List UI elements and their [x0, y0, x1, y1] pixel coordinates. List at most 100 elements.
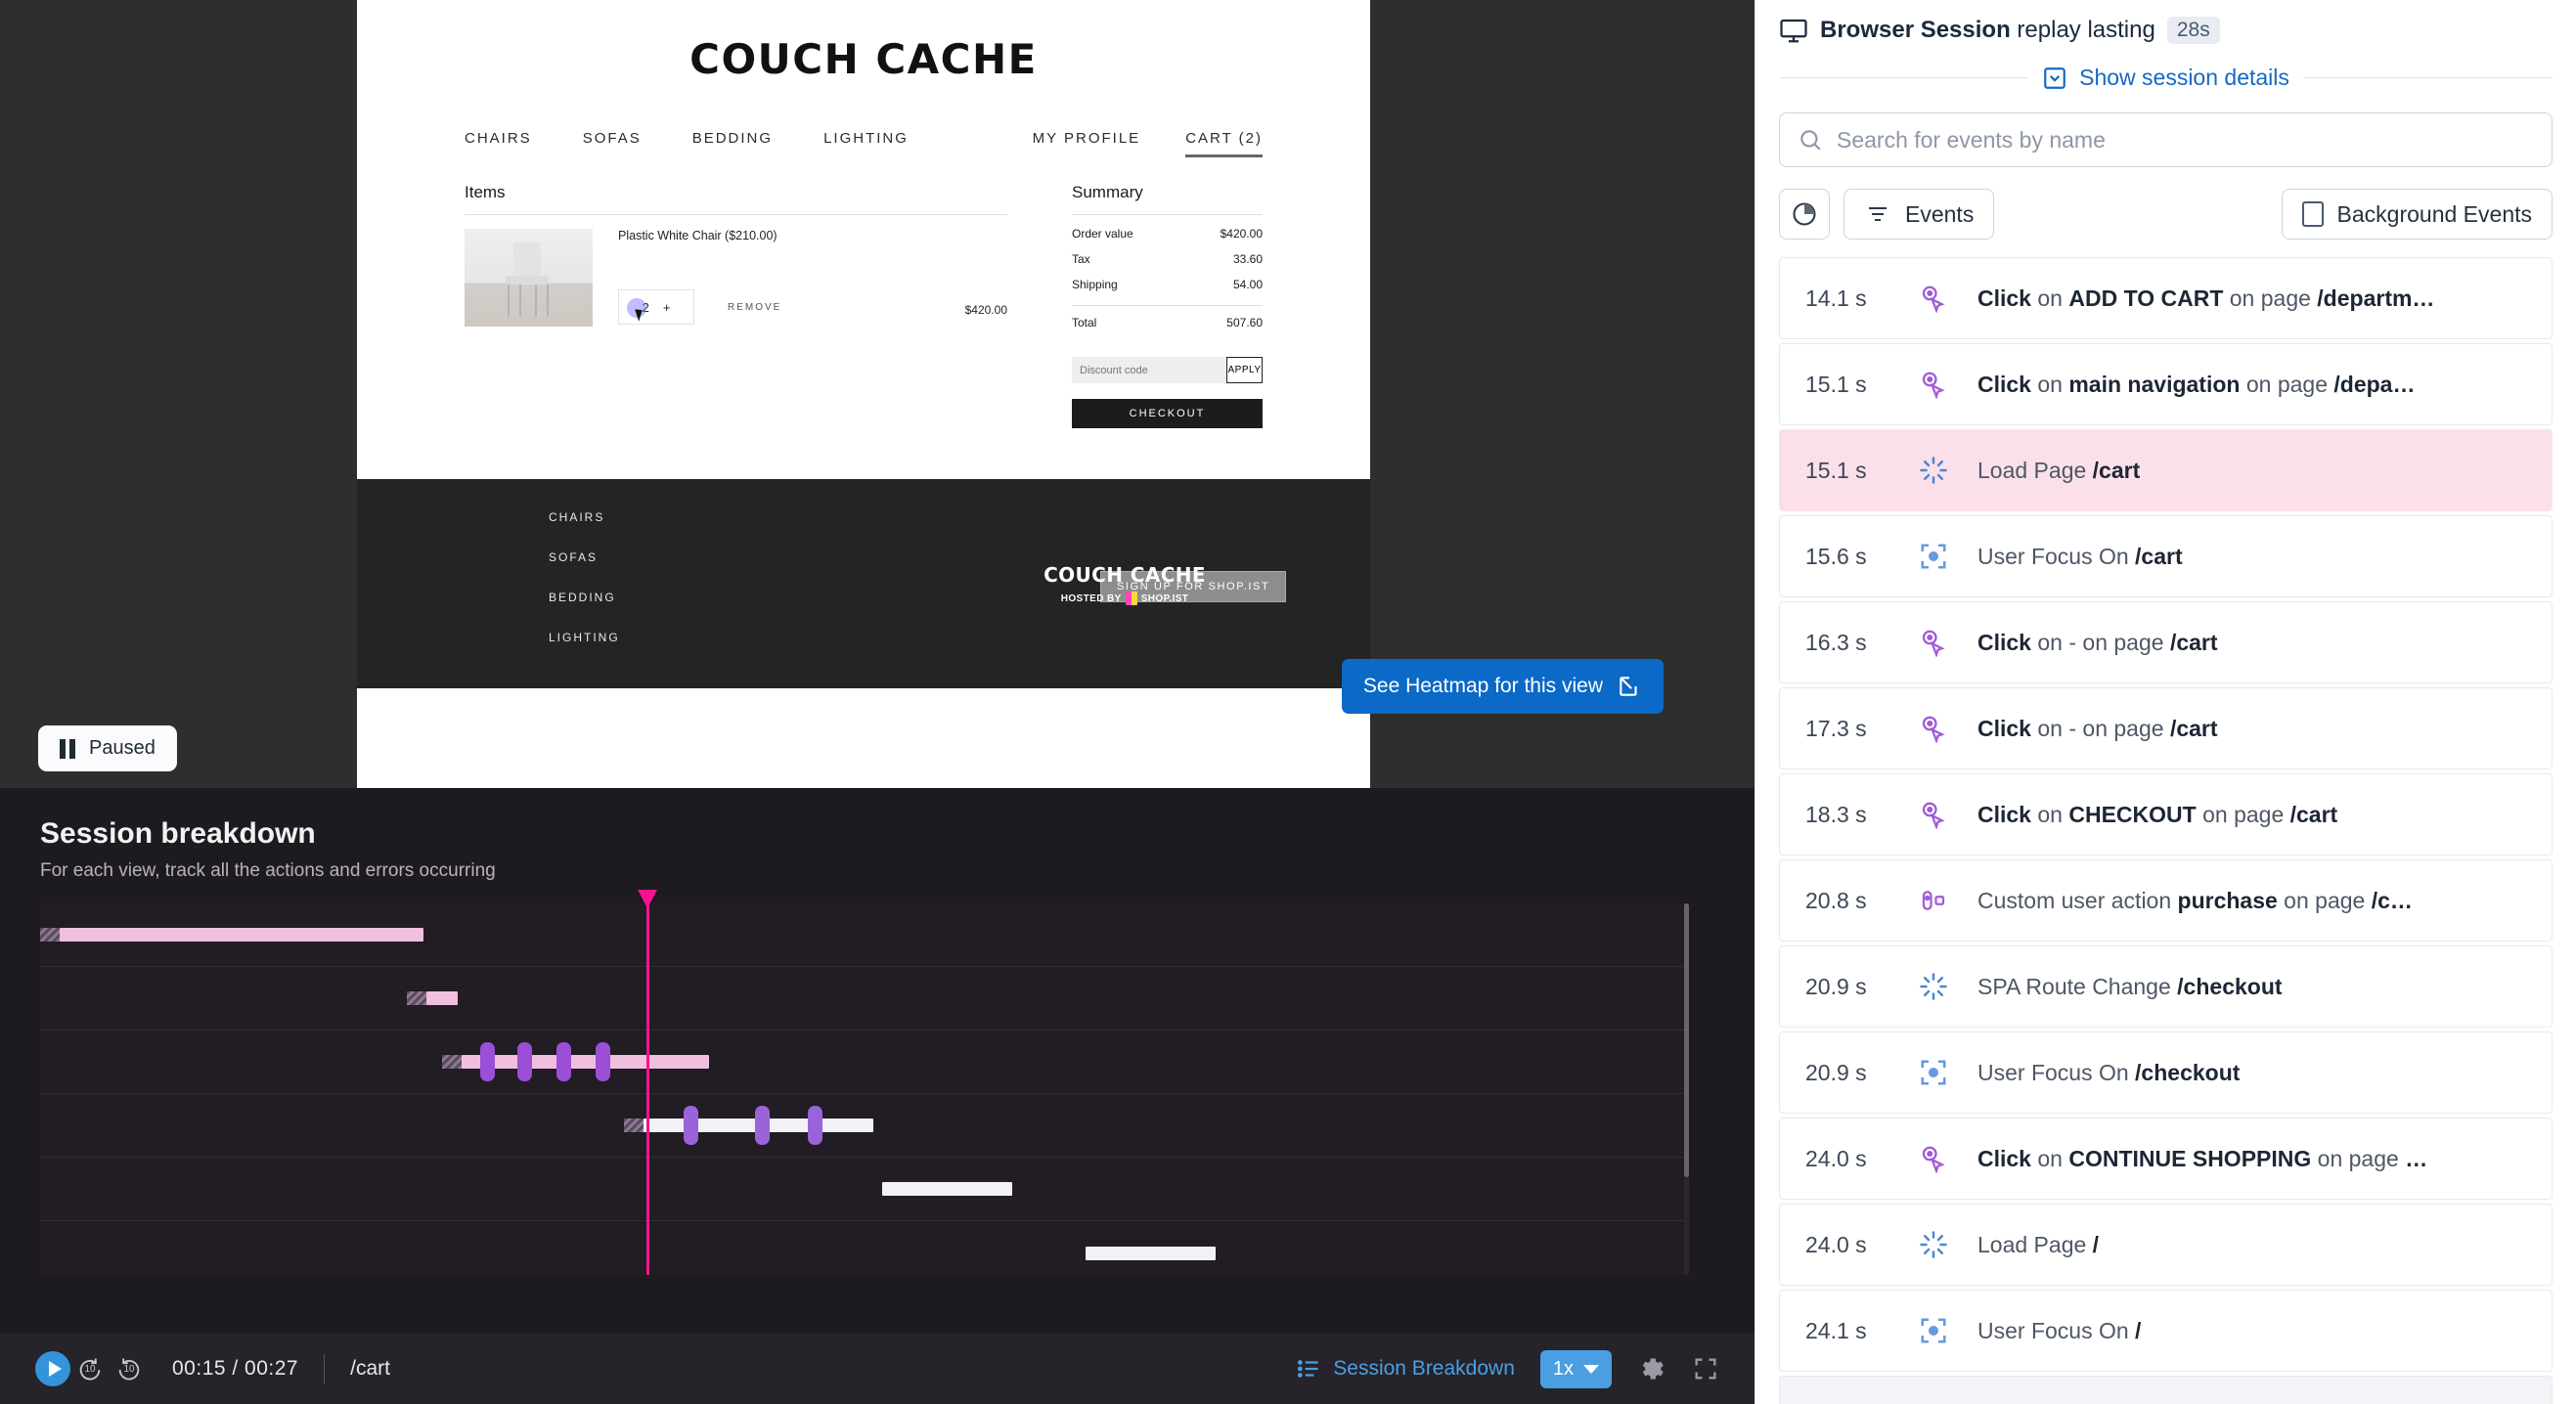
event-list-item[interactable]: 20.9 s User Focus On /checkout	[1779, 1031, 2553, 1114]
event-description: Click on main navigation on page /depa…	[1977, 371, 2416, 397]
event-description: Load Page /cart	[1977, 457, 2141, 483]
fullscreen-icon[interactable]	[1692, 1355, 1719, 1382]
timeline-row[interactable]	[40, 1158, 1684, 1221]
load-page-icon	[1917, 972, 1950, 1001]
event-list-item[interactable]: 16.3 s Click on - on page /cart	[1779, 601, 2553, 683]
playback-speed-button[interactable]: 1x	[1539, 1349, 1612, 1388]
shop-nav-sofas[interactable]: SOFAS	[583, 130, 642, 147]
event-list-item[interactable]: 15.6 s User Focus On /cart	[1779, 515, 2553, 597]
timeline-event-marker[interactable]	[808, 1106, 822, 1145]
event-list-item[interactable]: 15.1 s Load Page /cart	[1779, 429, 2553, 511]
breakdown-header: Session breakdown For each view, track a…	[0, 788, 1754, 882]
product-name: Plastic White Chair ($210.00)	[618, 229, 777, 242]
quantity-plus-button[interactable]: +	[663, 300, 671, 315]
player-controls-bar: 10 10 00:15 / 00:27 /cart Session Breakd…	[0, 1334, 1754, 1404]
search-input[interactable]	[1837, 126, 2534, 154]
timeline-row[interactable]	[40, 1031, 1684, 1094]
remove-item-button[interactable]: REMOVE	[728, 302, 781, 313]
click-icon	[1917, 628, 1950, 657]
event-list-item[interactable]: 17.3 s Click on - on page /cart	[1779, 687, 2553, 769]
summary-value: 54.00	[1232, 278, 1263, 291]
summary-value: $420.00	[1220, 227, 1263, 241]
host-name: SHOP.IST	[1140, 592, 1189, 604]
chair-illustration	[500, 242, 556, 317]
events-filter-button[interactable]: Events	[1843, 189, 1995, 240]
timeline-chart[interactable]	[40, 890, 1689, 1290]
shopping-bag-icon	[1125, 592, 1137, 605]
event-timestamp: 24.0 s	[1805, 1145, 1867, 1171]
event-timestamp: 20.9 s	[1805, 1059, 1867, 1085]
sidebar-header: Browser Session replay lasting 28s	[1755, 0, 2576, 45]
timeline-bar[interactable]	[882, 1182, 1012, 1196]
timeline-bar[interactable]	[442, 1055, 709, 1069]
chart-view-button[interactable]	[1779, 189, 1830, 240]
apply-discount-button[interactable]: APPLY	[1226, 357, 1263, 383]
total-value: 507.60	[1226, 316, 1263, 329]
timeline-scrollbar[interactable]	[1684, 903, 1689, 1275]
pause-icon	[60, 738, 75, 759]
timeline-event-marker[interactable]	[556, 1042, 571, 1081]
timeline-playhead[interactable]	[638, 890, 657, 1275]
hosted-by-label: HOSTED BY	[1060, 592, 1122, 604]
footer-link-bedding[interactable]: BEDDING	[549, 591, 620, 604]
load-page-icon	[1917, 456, 1950, 485]
timeline-bar-hatch	[624, 1119, 644, 1132]
event-description: Click on CONTINUE SHOPPING on page …	[1977, 1145, 2428, 1171]
settings-gear-icon[interactable]	[1637, 1354, 1666, 1383]
shop-nav-lighting[interactable]: LIGHTING	[823, 130, 909, 147]
checkbox-icon	[2301, 201, 2324, 227]
event-description: Custom user action purchase on page /c…	[1977, 887, 2413, 913]
shop-nav-bedding[interactable]: BEDDING	[692, 130, 773, 147]
timeline-bar[interactable]	[40, 928, 423, 942]
event-list-item[interactable]: 15.1 s Click on main navigation on page /…	[1779, 343, 2553, 425]
event-list-item[interactable]: 20.8 s Custom user action purchase on pag…	[1779, 859, 2553, 942]
footer-link-sofas[interactable]: SOFAS	[549, 550, 620, 564]
timeline-event-marker[interactable]	[684, 1106, 698, 1145]
shop-nav-chairs[interactable]: CHAIRS	[465, 130, 532, 147]
event-list-item[interactable]: 24.0 s Click on CONTINUE SHOPPING on page…	[1779, 1118, 2553, 1200]
timeline-row[interactable]	[40, 967, 1684, 1031]
timeline-event-marker[interactable]	[517, 1042, 532, 1081]
event-list-item[interactable]: 18.3 s Click on CHECKOUT on page /cart	[1779, 773, 2553, 856]
timeline-row[interactable]	[40, 1094, 1684, 1158]
event-list-item[interactable]: 24.1 s User Focus On /	[1779, 1290, 2553, 1372]
event-list-item[interactable]: 14.1 s Click on ADD TO CART on page /depa…	[1779, 257, 2553, 339]
event-list-item[interactable]: 24.0 s Load Page /	[1779, 1204, 2553, 1286]
event-timestamp: 24.0 s	[1805, 1231, 1867, 1257]
skip-forward-10-icon[interactable]: 10	[110, 1351, 149, 1386]
shop-navigation: CHAIRS SOFAS BEDDING LIGHTING MY PROFILE…	[357, 83, 1370, 157]
session-breakdown-panel: Session breakdown For each view, track a…	[0, 788, 1754, 1404]
current-page-path: /cart	[350, 1357, 390, 1380]
timeline-row[interactable]	[40, 903, 1684, 967]
timeline-event-marker[interactable]	[480, 1042, 495, 1081]
external-link-icon	[1620, 677, 1637, 696]
footer-link-chairs[interactable]: CHAIRS	[549, 510, 620, 524]
session-breakdown-toggle[interactable]: Session Breakdown	[1296, 1356, 1515, 1382]
timeline-row[interactable]	[40, 1221, 1684, 1285]
timeline-event-marker[interactable]	[755, 1106, 770, 1145]
shop-nav-my-profile[interactable]: MY PROFILE	[1033, 130, 1141, 157]
discount-code-input[interactable]	[1072, 357, 1226, 383]
background-events-button[interactable]: Background Events	[2281, 189, 2553, 240]
play-button[interactable]	[35, 1351, 70, 1386]
shop-nav-cart[interactable]: CART (2)	[1185, 130, 1263, 157]
event-list-item[interactable]: 27.6 sEnd of session	[1779, 1376, 2553, 1404]
items-heading: Items	[465, 183, 506, 201]
timeline-event-marker[interactable]	[596, 1042, 610, 1081]
quantity-stepper[interactable]: 2 +	[618, 289, 694, 325]
event-description: SPA Route Change /checkout	[1977, 973, 2283, 999]
see-heatmap-button[interactable]: See Heatmap for this view	[1341, 659, 1664, 714]
skip-back-10-icon[interactable]: 10	[70, 1351, 110, 1386]
session-replay-app: COUCH CACHE CHAIRS SOFAS BEDDING LIGHTIN…	[0, 0, 2576, 1404]
session-duration-badge: 28s	[2166, 17, 2220, 44]
event-timestamp: 15.1 s	[1805, 457, 1867, 483]
sidebar-title-rest: replay lasting	[2017, 17, 2155, 43]
footer-link-lighting[interactable]: LIGHTING	[549, 631, 620, 644]
timeline-bar[interactable]	[407, 991, 458, 1005]
show-session-details-button[interactable]: Show session details	[2042, 65, 2289, 91]
timeline-bar[interactable]	[1086, 1246, 1216, 1260]
event-timestamp: 16.3 s	[1805, 629, 1867, 655]
event-list-item[interactable]: 20.9 s SPA Route Change /checkout	[1779, 945, 2553, 1028]
timeline-rows	[40, 903, 1684, 1275]
checkout-button[interactable]: CHECKOUT	[1072, 399, 1263, 428]
